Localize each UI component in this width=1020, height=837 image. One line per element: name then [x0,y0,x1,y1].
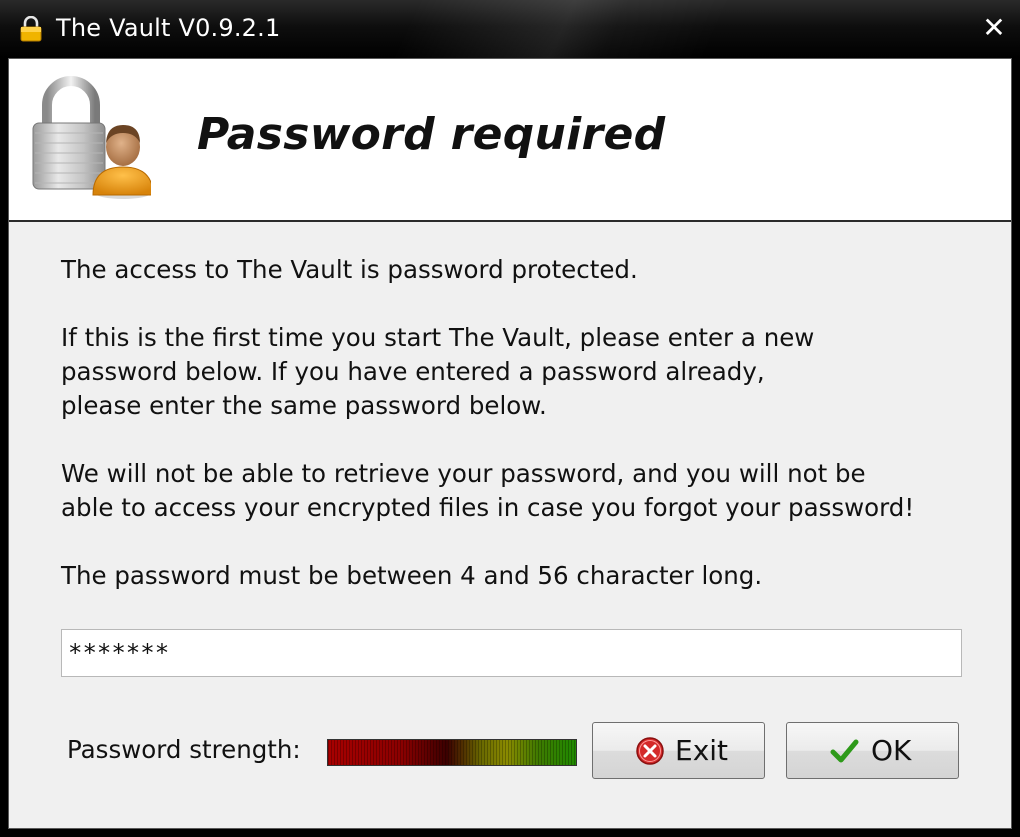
cancel-x-icon [636,737,664,765]
password-strength-meter [327,739,577,766]
padlock-icon [20,16,42,42]
exit-button-label: Exit [675,734,729,767]
padlock-user-icon [32,76,151,199]
length-requirement-text: The password must be between 4 and 56 ch… [61,561,763,590]
password-input[interactable] [61,629,962,677]
vault-window: The Vault V0.9.2.1 ✕ Password required T… [0,0,1020,837]
dialog-header: Password required [9,59,1011,222]
checkmark-icon [830,739,859,763]
warning-text-line-2: able to access your encrypted files in c… [61,493,915,522]
dialog-heading: Password required [197,109,666,160]
warning-text-line-1: We will not be able to retrieve your pas… [61,459,866,488]
close-button[interactable]: ✕ [980,14,1008,42]
title-bar[interactable]: The Vault V0.9.2.1 ✕ [0,0,1020,58]
ok-button-label: OK [871,734,912,767]
first-time-text-line-3: please enter the same password below. [61,391,547,420]
intro-text: The access to The Vault is password prot… [61,255,638,284]
password-strength-label: Password strength: [67,735,301,764]
exit-button[interactable]: Exit [592,722,765,779]
first-time-text-line-2: password below. If you have entered a pa… [61,357,765,386]
first-time-text-line-1: If this is the first time you start The … [61,323,815,352]
ok-button[interactable]: OK [786,722,959,779]
window-title: The Vault V0.9.2.1 [56,14,281,42]
dialog-client-area: Password required The access to The Vaul… [8,58,1012,829]
